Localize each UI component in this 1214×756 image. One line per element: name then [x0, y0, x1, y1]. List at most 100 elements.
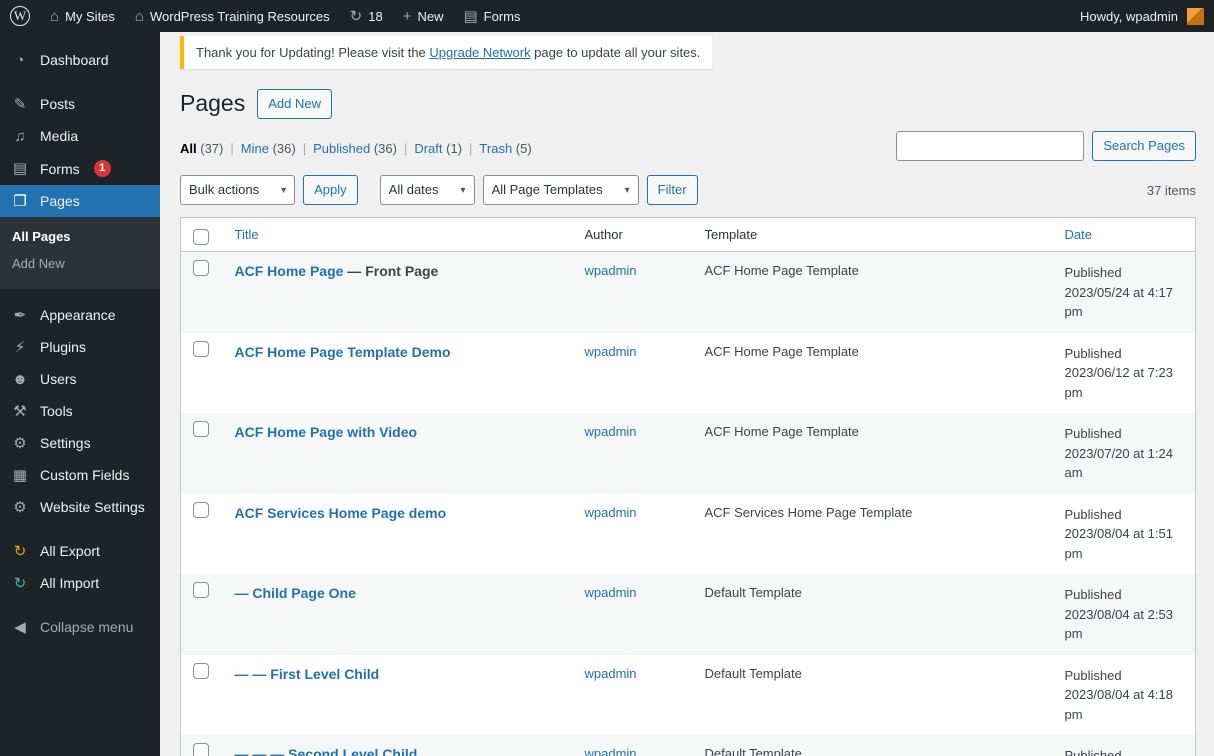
search-pages-button[interactable]: Search Pages	[1092, 131, 1196, 162]
sidebar-item-users[interactable]: ☻ Users	[0, 363, 160, 395]
row-checkbox[interactable]	[193, 501, 209, 518]
sidebar-item-posts[interactable]: ✎ Posts	[0, 88, 160, 120]
author-link[interactable]: wpadmin	[585, 585, 637, 600]
sidebar-item-pages[interactable]: ❐ Pages	[0, 185, 160, 217]
author-link[interactable]: wpadmin	[585, 746, 637, 756]
home-icon: ⌂	[134, 7, 144, 25]
sidebar-item-label: All Import	[40, 575, 100, 591]
new-label: New	[417, 8, 444, 24]
wordpress-menu[interactable]: W	[0, 0, 40, 32]
chevron-down-icon: ▾	[281, 184, 287, 196]
page-title-link[interactable]: ACF Home Page	[235, 263, 344, 279]
sidebar-item-plugins[interactable]: ⚡ Plugins	[0, 331, 160, 363]
table-row: ACF Services Home Page demo wpadmin ACF …	[181, 494, 1196, 575]
main-content: Thank you for Updating! Please visit the…	[160, 0, 1214, 756]
sidebar-item-all-import[interactable]: ↻ All Import	[0, 567, 160, 599]
view-mine[interactable]: Mine (36)	[241, 141, 296, 156]
author-link[interactable]: wpadmin	[585, 505, 637, 520]
pages-icon: ❐	[13, 192, 27, 210]
sidebar-item-label: Media	[40, 128, 79, 144]
views-separator: |	[230, 141, 234, 157]
list-controls: All (37) | Mine (36) | Published (36) | …	[180, 131, 1196, 162]
template-name: ACF Home Page Template	[704, 424, 859, 440]
notice-text-before: Thank you for Updating! Please visit the	[196, 45, 430, 60]
sidebar-item-forms[interactable]: ▤ Forms 1	[0, 152, 160, 185]
row-checkbox[interactable]	[193, 743, 209, 756]
row-checkbox[interactable]	[193, 340, 209, 357]
add-new-button[interactable]: Add New	[257, 89, 332, 120]
sidebar-item-label: Dashboard	[40, 52, 109, 68]
sidebar-item-appearance[interactable]: ✒ Appearance	[0, 299, 160, 331]
sidebar-item-tools[interactable]: ⚒ Tools	[0, 395, 160, 427]
sidebar-item-label: Tools	[40, 403, 73, 419]
publish-status: Published	[1064, 748, 1122, 756]
sidebar-item-label: Posts	[40, 96, 76, 112]
row-checkbox[interactable]	[193, 662, 209, 679]
publish-date: 2023/08/04 at 1:51 pm	[1064, 526, 1173, 561]
sort-date-header[interactable]: Date	[1065, 227, 1092, 242]
publish-date: 2023/08/04 at 4:18 pm	[1064, 687, 1173, 722]
page-title-link[interactable]: ACF Home Page Template Demo	[235, 344, 451, 360]
collapse-icon: ◀	[14, 618, 26, 636]
tools-icon: ⚒	[13, 402, 27, 420]
my-sites-menu[interactable]: ⌂ My Sites	[40, 0, 125, 32]
my-account-menu[interactable]: Howdy, wpadmin	[1070, 0, 1214, 32]
view-all[interactable]: All (37)	[180, 141, 223, 156]
author-link[interactable]: wpadmin	[585, 263, 637, 278]
row-checkbox[interactable]	[193, 421, 209, 438]
publish-date: 2023/06/12 at 7:23 pm	[1064, 365, 1173, 400]
my-sites-label: My Sites	[65, 8, 115, 24]
sidebar-item-website-settings[interactable]: ⚙ Website Settings	[0, 491, 160, 523]
page-title-link[interactable]: ACF Home Page with Video	[235, 424, 418, 440]
forms-menu[interactable]: ▤ Forms	[453, 0, 530, 32]
publish-date: 2023/07/20 at 1:24 am	[1064, 445, 1173, 481]
chevron-down-icon: ▾	[624, 184, 630, 196]
sort-title-header[interactable]: Title	[235, 227, 259, 242]
posts-icon: ✎	[13, 95, 27, 113]
publish-status: Published	[1064, 587, 1122, 603]
template-name: ACF Home Page Template	[704, 343, 859, 359]
row-checkbox[interactable]	[193, 260, 209, 277]
page-title-link[interactable]: — Child Page One	[235, 585, 356, 601]
sidebar-item-label: Settings	[40, 435, 91, 451]
sidebar-item-custom-fields[interactable]: ▦ Custom Fields	[0, 459, 160, 491]
updates-menu[interactable]: ↻ 18	[340, 0, 393, 32]
filter-button[interactable]: Filter	[646, 175, 698, 206]
view-published[interactable]: Published (36)	[313, 141, 397, 156]
row-checkbox[interactable]	[193, 582, 209, 599]
forms-icon: ▤	[463, 7, 478, 25]
page-title-link[interactable]: — — First Level Child	[235, 666, 380, 682]
author-link[interactable]: wpadmin	[585, 424, 637, 439]
new-content-menu[interactable]: + New	[393, 0, 454, 32]
apply-button[interactable]: Apply	[303, 175, 358, 206]
page-title-link[interactable]: ACF Services Home Page demo	[235, 505, 447, 521]
view-draft[interactable]: Draft (1)	[414, 141, 462, 156]
sidebar-item-settings[interactable]: ⚙ Settings	[0, 427, 160, 459]
site-name-menu[interactable]: ⌂ WordPress Training Resources	[125, 0, 340, 32]
search-input[interactable]	[896, 131, 1085, 162]
sidebar-item-dashboard[interactable]: ◔ Dashboard	[0, 44, 160, 76]
tablenav: Bulk actions ▾ Apply All dates ▾ All Page …	[180, 175, 1196, 206]
publish-status: Published	[1064, 667, 1122, 683]
upgrade-network-link[interactable]: Upgrade Network	[429, 45, 530, 60]
author-link[interactable]: wpadmin	[585, 666, 637, 681]
author-column-header: Author	[574, 217, 695, 253]
collapse-menu-button[interactable]: ◀ Collapse menu	[0, 611, 160, 643]
dates-filter-select[interactable]: All dates ▾	[379, 175, 475, 206]
submenu-all-pages[interactable]: All Pages	[0, 223, 160, 250]
templates-filter-select[interactable]: All Page Templates ▾	[482, 175, 639, 206]
select-all-checkbox[interactable]	[193, 229, 209, 246]
table-row: ACF Home Page with Video wpadmin ACF Hom…	[180, 413, 1196, 494]
author-link[interactable]: wpadmin	[585, 344, 637, 359]
export-icon: ↻	[13, 542, 27, 560]
my-sites-icon: ⌂	[50, 7, 60, 25]
sidebar-item-media[interactable]: ♫ Media	[0, 120, 160, 152]
menu-separator	[0, 523, 160, 535]
submenu-add-new[interactable]: Add New	[0, 250, 160, 277]
sidebar-item-label: Website Settings	[40, 499, 145, 515]
view-trash[interactable]: Trash (5)	[479, 141, 531, 156]
sidebar-item-all-export[interactable]: ↻ All Export	[0, 535, 160, 567]
bulk-actions-select[interactable]: Bulk actions ▾	[180, 175, 296, 206]
dashboard-icon: ◔	[15, 51, 25, 69]
page-title-link[interactable]: — — — Second Level Child	[235, 746, 418, 756]
